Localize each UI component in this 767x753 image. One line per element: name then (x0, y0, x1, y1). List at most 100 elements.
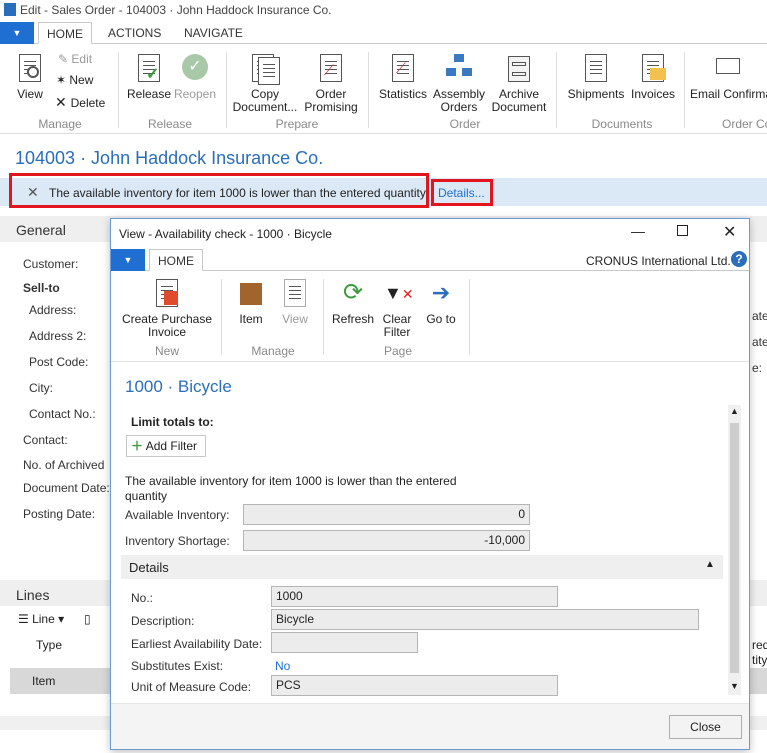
app-menu-button[interactable]: ▼ (0, 22, 34, 44)
label-contact-no: Contact No.: (29, 407, 96, 421)
inventory-shortage-field: -10,000 (243, 530, 530, 551)
details-section-header[interactable]: Details ▲ (121, 555, 723, 579)
earliest-availability-field (271, 632, 418, 653)
substitutes-label: Substitutes Exist: (131, 659, 224, 673)
release-button[interactable]: ✓ Release (126, 54, 172, 101)
line-menu-button[interactable]: ☰ Line ▾ (18, 612, 64, 626)
ribbon: View ✎ Edit ✶ New ✕ Delete Manage ✓ Rele… (0, 44, 767, 134)
release-icon: ✓ (136, 54, 162, 84)
reopen-icon: ✓ (182, 54, 208, 84)
label-customer: Customer: (23, 257, 79, 271)
unit-of-measure-field: PCS (271, 675, 558, 696)
archive-document-button[interactable]: Archive Document (490, 54, 548, 114)
email-confirmation-button[interactable]: Email Confirmation... (690, 54, 767, 101)
column-fragment: red (752, 638, 767, 652)
ribbon-tabs: ▼ HOME ACTIONS NAVIGATE (0, 22, 767, 44)
reopen-button[interactable]: ✓ Reopen (172, 54, 218, 101)
group-order-confirmation: Order Co (722, 117, 767, 131)
close-button[interactable]: Close (669, 715, 742, 739)
label-address-2: Address 2: (29, 329, 87, 343)
group-order: Order (449, 117, 481, 131)
window-title: Edit - Sales Order - 104003 · John Haddo… (20, 3, 332, 17)
label-posting-date: Posting Date: (23, 507, 96, 521)
pencil-icon: ✎ (58, 52, 72, 66)
available-inventory-field: 0 (243, 504, 530, 525)
item-box-icon (238, 279, 264, 309)
no-label: No.: (131, 591, 154, 605)
refresh-button[interactable]: ⟳ Refresh (331, 279, 375, 326)
invoices-icon (640, 54, 666, 84)
copy-document-button[interactable]: Copy Document... (232, 54, 298, 114)
shipments-icon (583, 54, 609, 84)
tab-home[interactable]: HOME (38, 22, 92, 44)
group-prepare: Prepare (275, 117, 319, 131)
description-field: Bicycle (271, 609, 699, 630)
list-icon: ☰ (18, 612, 33, 626)
clear-filter-button[interactable]: ▼✕ Clear Filter (377, 279, 417, 339)
dialog-ribbon-tabs: ▼ HOME CRONUS International Ltd. ? (111, 249, 749, 271)
label-contact: Contact: (23, 433, 68, 447)
minimize-icon[interactable]: — (631, 223, 645, 239)
dialog-title: View - Availability check - 1000 · Bicyc… (119, 227, 332, 241)
scroll-up-icon[interactable]: ▲ (730, 406, 739, 416)
dialog-view-button[interactable]: View (275, 279, 315, 326)
delete-button[interactable]: ✕ Delete (55, 92, 105, 112)
dialog-title-bar: View - Availability check - 1000 · Bicyc… (111, 219, 749, 247)
label-no-archived: No. of Archived (23, 458, 105, 472)
cell-type: Item (32, 674, 56, 688)
tab-navigate[interactable]: NAVIGATE (176, 22, 251, 44)
new-button[interactable]: ✶ New (56, 70, 93, 90)
group-documents: Documents (591, 117, 653, 131)
no-field: 1000 (271, 586, 558, 607)
right-label-fragment: ate: (752, 335, 767, 349)
assembly-orders-icon (446, 54, 472, 84)
scroll-down-icon[interactable]: ▼ (730, 681, 739, 691)
dialog-app-menu-button[interactable]: ▼ (111, 249, 145, 271)
create-purchase-invoice-button[interactable]: Create Purchase Invoice (119, 279, 215, 339)
refresh-icon: ⟳ (342, 279, 364, 306)
right-label-fragment: e: (752, 361, 763, 375)
view-button[interactable]: View (10, 54, 50, 101)
dialog-scrollbar[interactable]: ▲ ▼ (728, 405, 741, 695)
description-label: Description: (131, 614, 195, 628)
column-type: Type (36, 638, 63, 652)
label-post-code: Post Code: (29, 355, 89, 369)
company-name: CRONUS International Ltd. (586, 254, 731, 268)
label-document-date: Document Date: (23, 481, 110, 495)
group-release: Release (147, 117, 193, 131)
chevron-up-icon: ▲ (705, 559, 715, 570)
arrow-right-icon: ➔ (431, 280, 451, 305)
close-icon[interactable]: ✕ (723, 222, 736, 242)
limit-totals-label: Limit totals to: (131, 415, 214, 429)
app-icon (4, 3, 16, 16)
substitutes-value[interactable]: No (275, 659, 290, 673)
scroll-thumb[interactable] (730, 423, 739, 673)
item-button[interactable]: Item (231, 279, 271, 326)
help-icon[interactable]: ? (731, 251, 747, 267)
window-title-bar: Edit - Sales Order - 104003 · John Haddo… (0, 0, 767, 22)
tab-actions[interactable]: ACTIONS (100, 22, 169, 44)
earliest-availability-label: Earliest Availability Date: (131, 637, 263, 651)
statistics-button[interactable]: ⟋ Statistics (378, 54, 428, 101)
assembly-orders-button[interactable]: Assembly Orders (432, 54, 486, 114)
add-filter-button[interactable]: ＋ Add Filter (126, 435, 206, 457)
maximize-icon[interactable] (677, 225, 688, 236)
delete-icon: ✕ (55, 94, 71, 110)
new-icon: ✶ (56, 73, 70, 87)
invoices-button[interactable]: Invoices (628, 54, 678, 101)
available-inventory-label: Available Inventory: (125, 508, 230, 522)
edit-button[interactable]: ✎ Edit (58, 49, 92, 69)
copy-icon[interactable]: ▯ (84, 612, 91, 626)
go-to-button[interactable]: ➔ Go to (421, 279, 461, 326)
label-address: Address: (29, 303, 77, 317)
dialog-footer (111, 703, 749, 749)
order-promising-button[interactable]: ⟋ Order Promising (302, 54, 360, 114)
shipments-button[interactable]: Shipments (566, 54, 626, 101)
copy-document-icon (252, 54, 280, 85)
view-icon (282, 279, 308, 309)
right-label-fragment: ate: (752, 309, 767, 323)
dialog-tab-home[interactable]: HOME (149, 249, 203, 271)
availability-dialog: View - Availability check - 1000 · Bicyc… (110, 218, 750, 750)
unit-of-measure-label: Unit of Measure Code: (131, 680, 252, 694)
clear-filter-icon: ▼✕ (384, 283, 414, 303)
